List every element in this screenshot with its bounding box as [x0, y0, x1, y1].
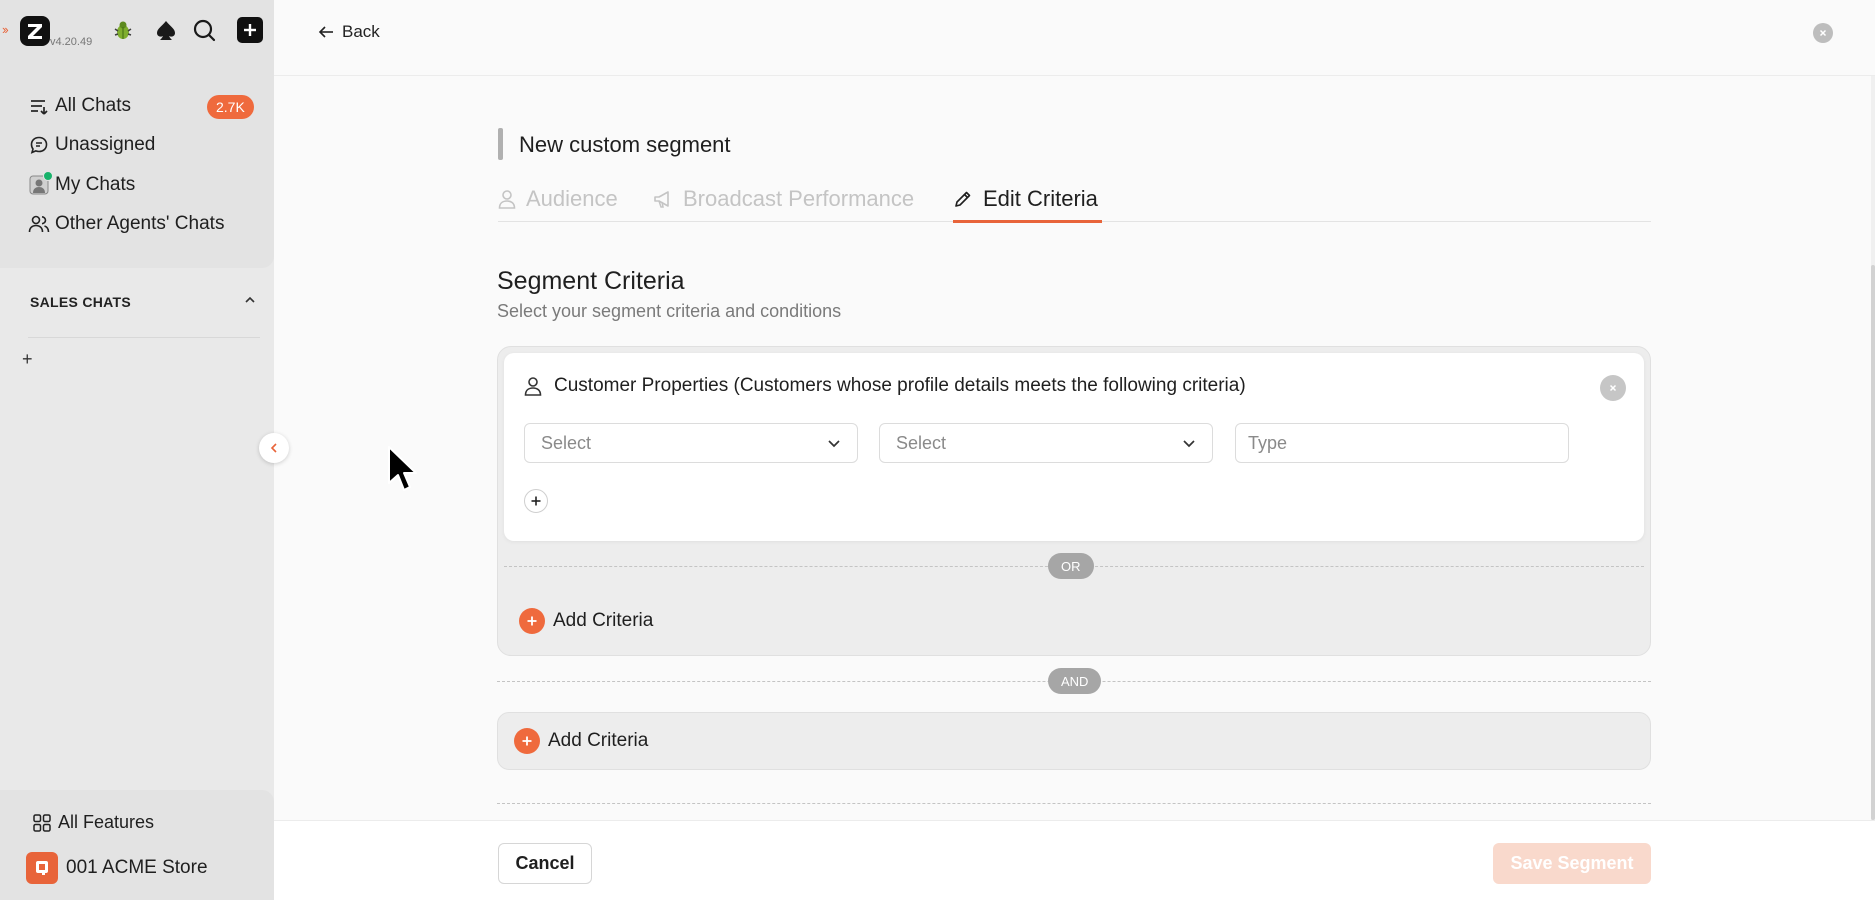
sidebar-item-label: All Chats — [55, 95, 132, 116]
footer-bar: Cancel Save Segment — [274, 820, 1875, 900]
title-accent-bar — [498, 128, 503, 160]
chevron-left-icon — [270, 443, 277, 453]
users-icon — [28, 213, 50, 235]
sidebar: ›› v4.20.49 All Chats 2.7K Unassigned My… — [0, 0, 274, 900]
criteria-subtitle: Select your segment criteria and conditi… — [497, 301, 842, 321]
unread-count-badge: 2.7K — [207, 95, 254, 119]
plus-circle-icon — [519, 608, 545, 634]
save-segment-button[interactable]: Save Segment — [1493, 843, 1651, 884]
and-separator-badge: AND — [1048, 668, 1102, 694]
sales-chats-section-title: SALES CHATS — [30, 294, 132, 310]
pencil-icon — [955, 191, 971, 207]
new-chat-icon[interactable] — [236, 16, 264, 44]
megaphone-icon — [654, 191, 669, 208]
mouse-cursor-icon — [387, 445, 419, 497]
sidebar-item-my-chats[interactable]: My Chats — [28, 171, 135, 199]
operator-select[interactable]: Select — [879, 423, 1213, 463]
tab-broadcast-performance[interactable]: Broadcast Performance — [653, 186, 914, 222]
back-button[interactable]: Back — [318, 22, 380, 42]
criteria-heading: Segment Criteria — [497, 267, 685, 295]
segment-title: New custom segment — [519, 132, 731, 157]
store-switcher[interactable]: 001 ACME Store — [26, 852, 208, 884]
condition-card-title-text: Customer Properties (Customers whose pro… — [554, 375, 1246, 396]
sidebar-item-label: Unassigned — [55, 134, 156, 155]
bug-icon[interactable] — [109, 16, 137, 44]
list-filter-icon — [28, 95, 50, 117]
select-placeholder: Select — [896, 432, 947, 453]
user-icon — [498, 190, 516, 209]
sidebar-item-unassigned[interactable]: Unassigned — [28, 131, 155, 159]
condition-card-title: Customer Properties (Customers whose pro… — [524, 375, 1246, 397]
add-condition-plus-icon[interactable] — [524, 489, 548, 513]
divider — [28, 337, 260, 338]
tab-label: Audience — [526, 186, 618, 211]
user-icon — [524, 377, 542, 396]
top-bar: Back — [274, 0, 1875, 76]
spade-icon[interactable] — [152, 16, 180, 44]
chat-bubble-icon — [28, 134, 50, 156]
agent-avatar-icon — [28, 171, 53, 196]
add-and-criteria-button[interactable]: Add Criteria — [514, 728, 648, 754]
app-logo-icon — [20, 16, 50, 46]
online-status-dot — [43, 171, 53, 181]
scrollbar-thumb[interactable] — [1871, 265, 1875, 820]
property-select[interactable]: Select — [524, 423, 858, 463]
grid-icon — [32, 813, 52, 833]
divider-line — [497, 803, 1651, 804]
store-logo-icon — [26, 852, 58, 884]
sidebar-item-all-chats[interactable]: All Chats — [28, 92, 131, 120]
chevron-up-icon[interactable] — [243, 293, 257, 307]
all-features-label: All Features — [58, 812, 155, 832]
add-criteria-label: Add Criteria — [553, 610, 654, 631]
cancel-button[interactable]: Cancel — [498, 843, 592, 884]
remove-condition-close-icon[interactable] — [1600, 375, 1626, 401]
condition-card: Customer Properties (Customers whose pro… — [504, 353, 1644, 541]
tab-label: Broadcast Performance — [683, 186, 915, 211]
chevron-down-icon — [828, 440, 840, 448]
select-placeholder: Select — [541, 432, 592, 453]
add-or-criteria-button[interactable]: Add Criteria — [519, 608, 653, 634]
plus-circle-icon — [514, 728, 540, 754]
tab-edit-criteria[interactable]: Edit Criteria — [953, 186, 1098, 222]
back-label: Back — [342, 22, 380, 41]
collapse-sidebar-button[interactable] — [259, 433, 289, 463]
tab-audience[interactable]: Audience — [498, 186, 618, 222]
active-tab-indicator — [953, 220, 1102, 223]
search-icon[interactable] — [190, 16, 218, 44]
arrow-left-icon — [318, 26, 333, 38]
chevron-down-icon — [1183, 440, 1195, 448]
expand-sidebar-icon[interactable]: ›› — [2, 22, 9, 37]
close-icon[interactable] — [1813, 23, 1833, 43]
add-sales-chat-plus-icon[interactable]: + — [22, 349, 33, 370]
sidebar-item-label: My Chats — [55, 174, 136, 195]
sidebar-item-other-agents-chats[interactable]: Other Agents' Chats — [28, 210, 224, 238]
app-version: v4.20.49 — [50, 36, 93, 48]
main-panel: Back New custom segment Audience Broadca… — [274, 0, 1875, 900]
tab-label: Edit Criteria — [983, 186, 1098, 211]
sidebar-item-label: Other Agents' Chats — [55, 213, 225, 234]
criteria-group-2 — [497, 712, 1651, 770]
store-name: 001 ACME Store — [66, 857, 208, 878]
all-features-link[interactable]: All Features — [32, 812, 154, 833]
add-criteria-label: Add Criteria — [548, 730, 649, 751]
or-separator-badge: OR — [1048, 553, 1094, 579]
segment-tabs: Audience Broadcast Performance Edit Crit… — [498, 186, 1651, 223]
value-input[interactable] — [1235, 423, 1569, 463]
